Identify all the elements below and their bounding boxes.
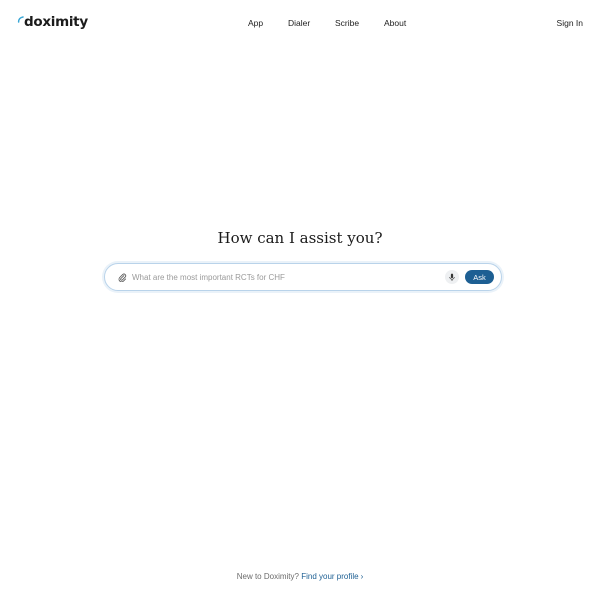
nav-scribe[interactable]: Scribe <box>335 18 359 28</box>
main-nav: App Dialer Scribe About <box>0 18 600 30</box>
search-box: Ask <box>104 263 502 291</box>
microphone-glyph <box>449 273 455 281</box>
page-title: How can I assist you? <box>217 229 383 247</box>
chevron-right-icon: › <box>360 572 364 581</box>
nav-about[interactable]: About <box>384 18 406 28</box>
nav-dialer[interactable]: Dialer <box>288 18 310 28</box>
ask-button[interactable]: Ask <box>465 270 494 284</box>
paperclip-icon[interactable] <box>115 270 129 284</box>
find-profile-link[interactable]: Find your profile <box>301 572 358 581</box>
microphone-icon[interactable] <box>445 270 459 284</box>
search-input[interactable] <box>132 268 432 286</box>
header: doximity App Dialer Scribe About Sign In <box>0 0 600 46</box>
page: doximity App Dialer Scribe About Sign In… <box>0 0 600 600</box>
footer: New to Doximity? Find your profile › <box>0 572 600 581</box>
nav-app[interactable]: App <box>248 18 263 28</box>
sign-in-link[interactable]: Sign In <box>557 18 583 28</box>
paperclip-glyph <box>118 273 126 282</box>
footer-prompt: New to Doximity? <box>236 572 299 581</box>
